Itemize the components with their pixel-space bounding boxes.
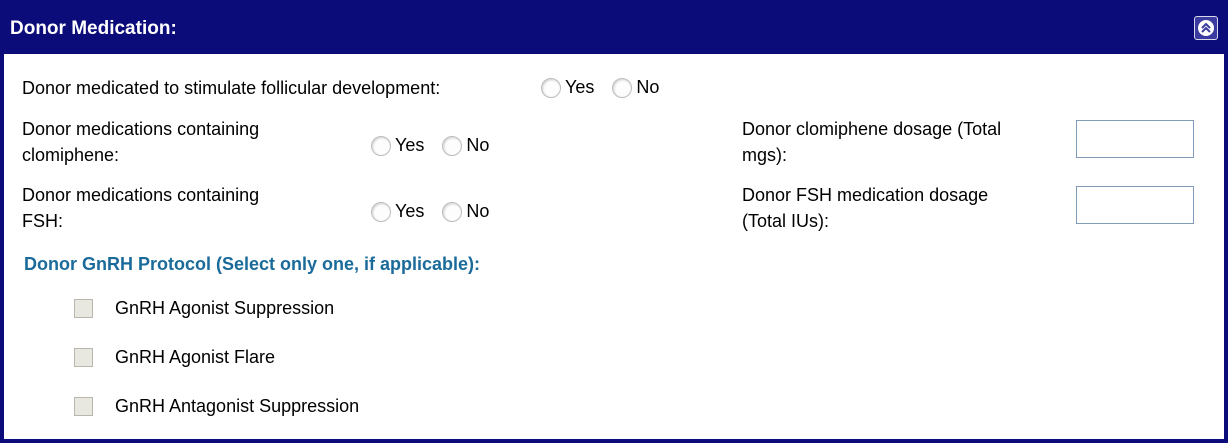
fsh-no-label: No bbox=[466, 201, 490, 221]
fsh-dosage-label: Donor FSH medication dosage (Total IUs): bbox=[742, 182, 988, 234]
stimulated-no-option[interactable]: No bbox=[612, 77, 659, 98]
fsh-dosage-line2: (Total IUs): bbox=[742, 211, 830, 231]
clomiphene-no-radio[interactable] bbox=[442, 135, 463, 156]
stimulated-yes-label: Yes bbox=[565, 77, 595, 97]
double-chevron-up-icon bbox=[1198, 20, 1214, 36]
panel-header: Donor Medication: bbox=[4, 4, 1224, 54]
fsh-no-option[interactable]: No bbox=[442, 201, 489, 222]
clomiphene-yes-radio[interactable] bbox=[371, 135, 391, 156]
stimulated-radio-group: Yes No bbox=[541, 77, 677, 98]
clomiphene-label-line1: Donor medications containing bbox=[22, 119, 260, 139]
donor-medication-panel: Donor Medication: Donor medicated to sti… bbox=[0, 0, 1228, 443]
fsh-label: Donor medications containing FSH: bbox=[22, 182, 259, 234]
clomiphene-no-label: No bbox=[466, 135, 490, 155]
gnrh-antagonist-suppression-label: GnRH Antagonist Suppression bbox=[115, 396, 360, 416]
clomiphene-dosage-line1: Donor clomiphene dosage (Total bbox=[742, 119, 1002, 139]
fsh-label-line1: Donor medications containing bbox=[22, 185, 260, 205]
panel-title: Donor Medication: bbox=[10, 18, 177, 39]
fsh-no-radio[interactable] bbox=[442, 201, 463, 222]
fsh-yes-label: Yes bbox=[395, 201, 425, 221]
clomiphene-label: Donor medications containing clomiphene: bbox=[22, 116, 259, 168]
clomiphene-dosage-input[interactable] bbox=[1076, 120, 1194, 158]
clomiphene-radio-group: Yes No bbox=[371, 135, 507, 156]
gnrh-antagonist-suppression-checkbox[interactable] bbox=[74, 397, 93, 416]
fsh-dosage-input[interactable] bbox=[1076, 186, 1194, 224]
stimulated-yes-option[interactable]: Yes bbox=[541, 77, 594, 98]
clomiphene-dosage-label: Donor clomiphene dosage (Total mgs): bbox=[742, 116, 1001, 168]
collapse-button[interactable] bbox=[1194, 16, 1218, 40]
fsh-yes-radio[interactable] bbox=[371, 201, 391, 222]
gnrh-option-antagonist-suppression[interactable]: GnRH Antagonist Suppression bbox=[74, 396, 359, 417]
fsh-label-line2: FSH: bbox=[22, 211, 64, 231]
gnrh-option-agonist-flare[interactable]: GnRH Agonist Flare bbox=[74, 347, 275, 368]
gnrh-agonist-flare-checkbox[interactable] bbox=[74, 348, 93, 367]
clomiphene-label-line2: clomiphene: bbox=[22, 145, 120, 165]
clomiphene-dosage-line2: mgs): bbox=[742, 145, 787, 165]
stimulated-no-label: No bbox=[636, 77, 660, 97]
stimulated-label: Donor medicated to stimulate follicular … bbox=[22, 78, 441, 98]
gnrh-section-title: Donor GnRH Protocol (Select only one, if… bbox=[24, 254, 481, 274]
gnrh-agonist-flare-label: GnRH Agonist Flare bbox=[115, 347, 276, 367]
clomiphene-yes-option[interactable]: Yes bbox=[371, 135, 424, 156]
fsh-dosage-line1: Donor FSH medication dosage bbox=[742, 185, 989, 205]
stimulated-yes-radio[interactable] bbox=[541, 77, 561, 98]
clomiphene-yes-label: Yes bbox=[395, 135, 425, 155]
gnrh-agonist-suppression-label: GnRH Agonist Suppression bbox=[115, 298, 335, 318]
stimulated-no-radio[interactable] bbox=[612, 77, 633, 98]
gnrh-option-agonist-suppression[interactable]: GnRH Agonist Suppression bbox=[74, 298, 334, 319]
gnrh-agonist-suppression-checkbox[interactable] bbox=[74, 299, 93, 318]
clomiphene-no-option[interactable]: No bbox=[442, 135, 489, 156]
fsh-yes-option[interactable]: Yes bbox=[371, 201, 424, 222]
fsh-radio-group: Yes No bbox=[371, 201, 507, 222]
